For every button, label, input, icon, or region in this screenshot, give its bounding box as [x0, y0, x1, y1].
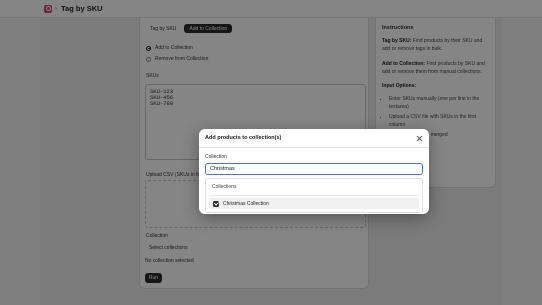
collection-field-label: Collection — [205, 154, 227, 160]
option-label: Christmas Collection — [223, 200, 269, 207]
add-products-modal: Add products to collection(s) Collection… — [199, 129, 429, 214]
modal-header: Add products to collection(s) — [199, 129, 429, 148]
close-icon[interactable] — [416, 135, 423, 142]
collection-option-christmas[interactable]: Christmas Collection — [209, 198, 419, 209]
collection-search-input[interactable] — [205, 163, 423, 175]
dropdown-heading: Collections — [209, 182, 419, 196]
modal-body: Collection Collections Christmas Collect… — [199, 148, 429, 214]
collections-dropdown: Collections Christmas Collection — [205, 178, 423, 213]
modal-title: Add products to collection(s) — [205, 135, 282, 141]
checkbox-checked-icon[interactable] — [213, 200, 219, 207]
